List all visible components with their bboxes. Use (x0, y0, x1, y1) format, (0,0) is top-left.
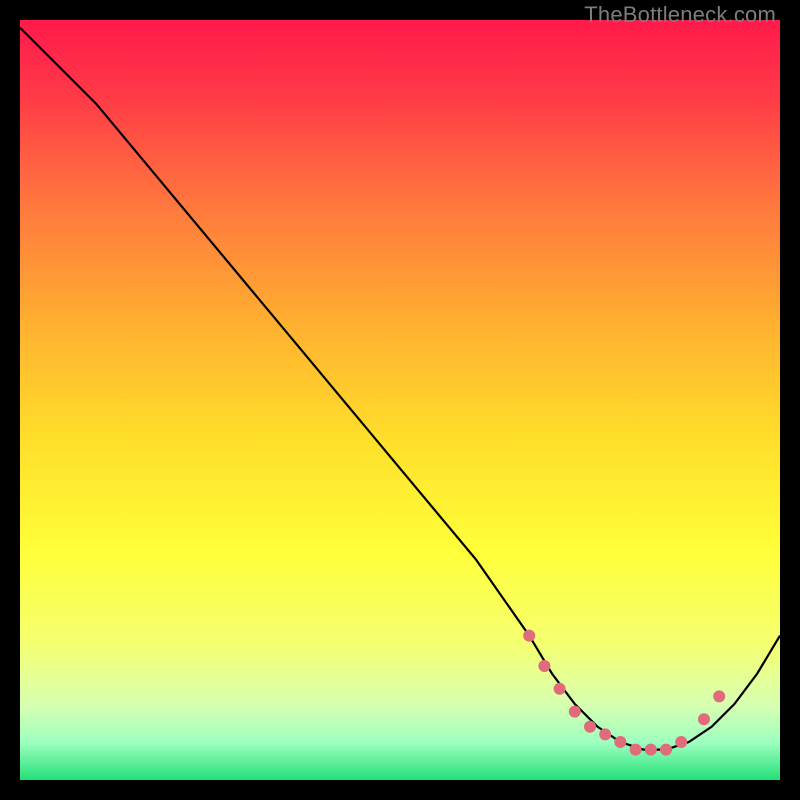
gradient-background (20, 20, 780, 780)
chart-frame (20, 20, 780, 780)
marker-point (614, 736, 626, 748)
marker-point (554, 683, 566, 695)
chart-svg (20, 20, 780, 780)
marker-point (645, 744, 657, 756)
watermark-text: TheBottleneck.com (584, 2, 776, 28)
marker-point (630, 744, 642, 756)
marker-point (660, 744, 672, 756)
marker-point (569, 706, 581, 718)
marker-point (584, 721, 596, 733)
marker-point (675, 736, 687, 748)
marker-point (599, 728, 611, 740)
marker-point (713, 690, 725, 702)
marker-point (698, 713, 710, 725)
marker-point (523, 630, 535, 642)
marker-point (538, 660, 550, 672)
